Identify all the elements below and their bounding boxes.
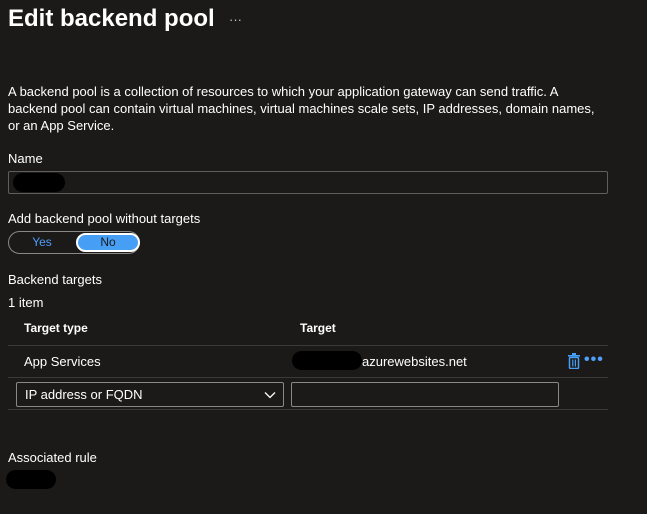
target-type-selected: IP address or FQDN [25,387,143,402]
row-target-type: App Services [24,354,101,369]
toggle-option-no[interactable]: No [76,233,140,252]
redacted-target-prefix [292,351,362,370]
trash-icon[interactable] [567,353,581,369]
chevron-down-icon [264,392,276,399]
redacted-name-value [13,173,65,192]
more-options-icon[interactable]: ··· [229,12,242,27]
column-header-target: Target [300,321,336,335]
edit-backend-pool-panel: Edit backend pool ··· A backend pool is … [0,0,647,514]
target-input[interactable] [291,382,559,407]
name-label: Name [8,151,43,166]
name-input[interactable] [8,171,608,194]
table-divider [8,345,608,346]
row-target-value: azurewebsites.net [362,354,467,369]
redacted-associated-rule [6,470,56,489]
description-text: A backend pool is a collection of resour… [8,84,595,133]
without-targets-label: Add backend pool without targets [8,211,201,226]
column-header-target-type: Target type [24,321,88,335]
table-divider [8,409,608,410]
table-divider [8,377,608,378]
page-title: Edit backend pool [8,5,215,32]
without-targets-toggle: Yes No [8,231,140,254]
target-type-dropdown[interactable]: IP address or FQDN [16,382,284,407]
toggle-option-yes[interactable]: Yes [9,232,75,253]
backend-targets-label: Backend targets [8,272,102,287]
associated-rule-label: Associated rule [8,450,97,465]
row-more-icon[interactable]: ••• [584,352,604,368]
item-count: 1 item [8,295,44,310]
